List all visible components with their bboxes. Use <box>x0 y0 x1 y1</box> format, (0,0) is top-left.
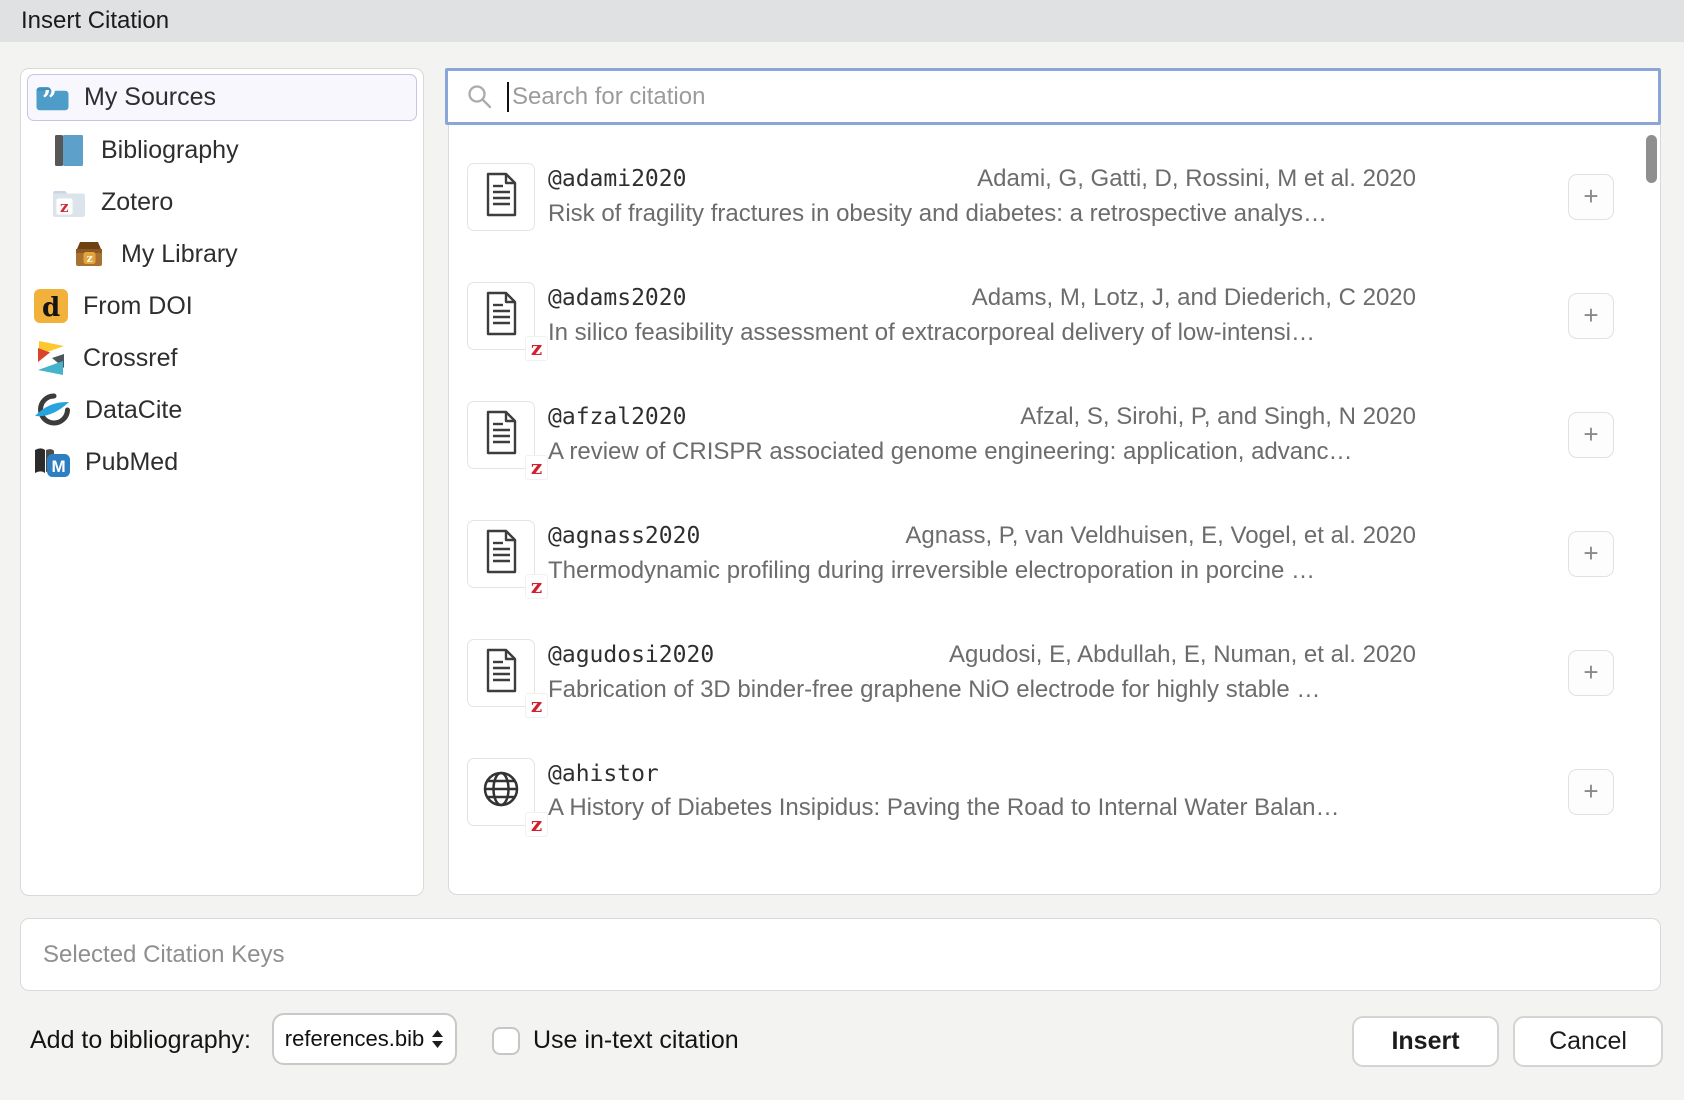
document-icon <box>483 172 520 222</box>
citation-key: @agudosi2020 <box>548 642 714 668</box>
add-citation-button[interactable]: + <box>1568 650 1614 696</box>
citation-key: @afzal2020 <box>548 404 686 430</box>
citation-authors: Agnass, P, van Veldhuisen, E, Vogel, et … <box>905 522 1416 550</box>
citation-key: @agnass2020 <box>548 523 700 549</box>
selected-citation-keys-input[interactable] <box>41 940 1660 970</box>
cancel-button[interactable]: Cancel <box>1513 1016 1663 1067</box>
citation-authors: Agudosi, E, Abdullah, E, Numan, et al. 2… <box>949 641 1416 669</box>
bibliography-icon <box>51 134 87 167</box>
citation-row[interactable]: z @afzal2020 Afzal, S, Sirohi, P, and Si… <box>449 375 1660 494</box>
dialog-title: Insert Citation <box>21 7 169 35</box>
svg-text:z: z <box>87 252 93 265</box>
document-icon <box>483 648 520 698</box>
citation-title: Thermodynamic profiling during irreversi… <box>548 557 1416 585</box>
citation-authors: Afzal, S, Sirohi, P, and Singh, N 2020 <box>1020 403 1416 431</box>
add-citation-button[interactable]: + <box>1568 769 1614 815</box>
add-citation-button[interactable]: + <box>1568 531 1614 577</box>
citation-title: Fabrication of 3D binder-free graphene N… <box>548 676 1416 704</box>
sidebar-item-label: Zotero <box>101 188 173 217</box>
citation-type-icon-box: z <box>467 520 535 588</box>
globe-icon <box>481 769 521 814</box>
citation-key: @ahistor <box>548 761 659 787</box>
scrollbar-thumb[interactable] <box>1646 135 1657 183</box>
citation-authors: Adams, M, Lotz, J, and Diederich, C 2020 <box>972 284 1416 312</box>
sidebar-item-crossref[interactable]: Crossref <box>21 332 423 384</box>
use-intext-label: Use in-text citation <box>533 1026 739 1055</box>
svg-text:”: ” <box>42 86 57 112</box>
citation-title: In silico feasibility assessment of extr… <box>548 319 1416 347</box>
zotero-badge-icon: z <box>526 694 547 717</box>
datacite-icon <box>33 393 71 427</box>
citation-title: A History of Diabetes Insipidus: Paving … <box>548 794 1416 822</box>
search-icon <box>461 83 497 110</box>
sidebar-item-label: My Sources <box>84 83 216 112</box>
sidebar-item-label: My Library <box>121 240 238 269</box>
sidebar-item-label: DataCite <box>85 396 182 425</box>
document-icon <box>483 410 520 460</box>
sidebar-item-zotero[interactable]: z Zotero <box>21 176 423 228</box>
zotero-icon: z <box>51 187 87 218</box>
svg-text:M: M <box>52 457 66 476</box>
citation-type-icon-box <box>467 163 535 231</box>
my-sources-icon: ” <box>34 83 70 112</box>
document-icon <box>483 529 520 579</box>
citation-row[interactable]: z @agudosi2020 Agudosi, E, Abdullah, E, … <box>449 613 1660 732</box>
use-intext-checkbox[interactable] <box>492 1027 520 1055</box>
svg-text:z: z <box>60 198 69 216</box>
bibliography-file-value: references.bib <box>285 1026 424 1052</box>
citation-type-icon-box: z <box>467 401 535 469</box>
zotero-badge-icon: z <box>526 456 547 479</box>
search-field[interactable] <box>445 68 1661 125</box>
sidebar-item-bibliography[interactable]: Bibliography <box>21 124 423 176</box>
sidebar-item-my-sources[interactable]: ” My Sources <box>27 74 417 121</box>
selected-citation-keys-box[interactable] <box>20 918 1661 991</box>
add-citation-button[interactable]: + <box>1568 412 1614 458</box>
doi-icon: d <box>33 289 69 323</box>
select-arrows-icon <box>431 1028 444 1050</box>
insert-citation-dialog: Insert Citation ” My Sources Bibliograph… <box>0 0 1684 1100</box>
bibliography-file-select[interactable]: references.bib <box>272 1013 457 1065</box>
document-icon <box>483 291 520 341</box>
insert-button[interactable]: Insert <box>1352 1016 1499 1067</box>
citation-key: @adami2020 <box>548 166 686 192</box>
citation-type-icon-box: z <box>467 282 535 350</box>
citation-row[interactable]: z @agnass2020 Agnass, P, van Veldhuisen,… <box>449 494 1660 613</box>
citation-results-list: @adami2020 Adami, G, Gatti, D, Rossini, … <box>448 124 1661 895</box>
zotero-badge-icon: z <box>526 337 547 360</box>
citation-key: @adams2020 <box>548 285 686 311</box>
text-cursor <box>507 82 509 112</box>
sidebar-item-label: From DOI <box>83 292 193 321</box>
svg-text:d: d <box>42 293 60 323</box>
citation-row[interactable]: z @ahistor A History of Diabetes Insipid… <box>449 732 1660 851</box>
zotero-badge-icon: z <box>526 575 547 598</box>
sidebar-item-datacite[interactable]: DataCite <box>21 384 423 436</box>
add-citation-button[interactable]: + <box>1568 174 1614 220</box>
add-citation-button[interactable]: + <box>1568 293 1614 339</box>
crossref-icon <box>33 341 69 376</box>
pubmed-icon: M <box>33 446 71 479</box>
zotero-badge-icon: z <box>526 813 547 836</box>
citation-row[interactable]: @adami2020 Adami, G, Gatti, D, Rossini, … <box>449 137 1660 256</box>
sources-sidebar: ” My Sources Bibliography z Zotero z My … <box>20 68 424 896</box>
citation-title: A review of CRISPR associated genome eng… <box>548 438 1416 466</box>
citation-title: Risk of fragility fractures in obesity a… <box>548 200 1416 228</box>
sidebar-item-from-doi[interactable]: d From DOI <box>21 280 423 332</box>
dialog-titlebar: Insert Citation <box>0 0 1684 42</box>
search-input[interactable] <box>510 82 1658 112</box>
sidebar-item-label: Bibliography <box>101 136 239 165</box>
citation-row[interactable]: z @adams2020 Adams, M, Lotz, J, and Died… <box>449 256 1660 375</box>
sidebar-item-pubmed[interactable]: M PubMed <box>21 436 423 488</box>
sidebar-item-label: Crossref <box>83 344 177 373</box>
sidebar-item-my-library[interactable]: z My Library <box>21 228 423 280</box>
library-icon: z <box>71 240 107 268</box>
add-to-bibliography-label: Add to bibliography: <box>30 1026 251 1055</box>
citation-type-icon-box: z <box>467 758 535 826</box>
citation-type-icon-box: z <box>467 639 535 707</box>
sidebar-item-label: PubMed <box>85 448 178 477</box>
citation-authors: Adami, G, Gatti, D, Rossini, M et al. 20… <box>977 165 1416 193</box>
